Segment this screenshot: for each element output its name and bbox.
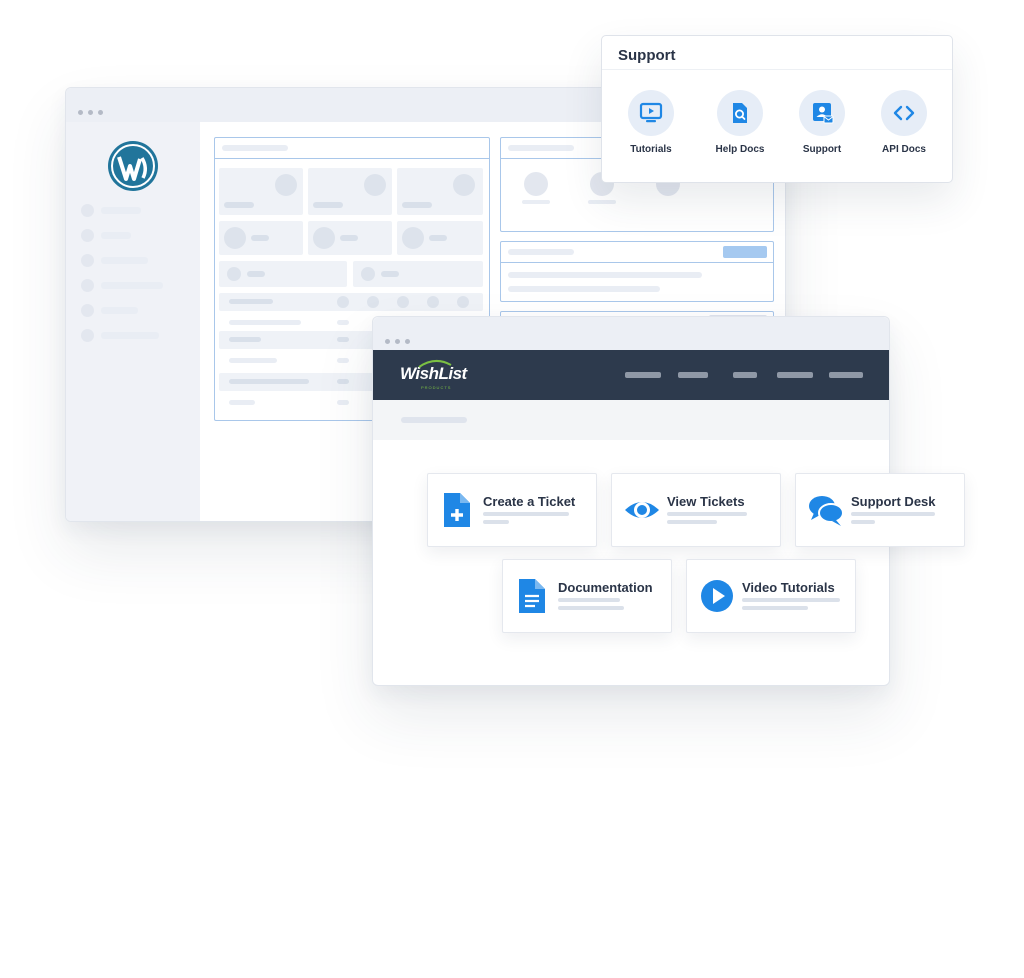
support-item-label: Support bbox=[802, 144, 842, 155]
nav-link[interactable] bbox=[777, 372, 813, 378]
card-title: Create a Ticket bbox=[483, 494, 576, 509]
chat-bubbles-icon bbox=[809, 496, 844, 526]
logo-arc-icon bbox=[418, 360, 452, 368]
contact-card-icon bbox=[813, 103, 834, 124]
support-panel-header: Support bbox=[602, 36, 952, 70]
card-title: Documentation bbox=[558, 580, 653, 595]
support-item-tutorials[interactable]: Tutorials bbox=[611, 90, 691, 155]
card-title: View Tickets bbox=[667, 494, 745, 509]
document-icon bbox=[519, 579, 545, 613]
support-desk-card[interactable]: Support Desk bbox=[795, 473, 965, 547]
create-ticket-card[interactable]: Create a Ticket bbox=[427, 473, 597, 547]
documentation-card[interactable]: Documentation bbox=[502, 559, 672, 633]
window-dots bbox=[78, 102, 108, 120]
play-circle-icon bbox=[701, 580, 733, 612]
wishlist-window: WishList PRODUCTS Create a Ticket View T… bbox=[372, 316, 965, 686]
nav-link[interactable] bbox=[678, 372, 708, 378]
wishlist-logo-sub: PRODUCTS bbox=[421, 385, 452, 390]
support-item-label: Tutorials bbox=[630, 144, 672, 155]
support-item-help-docs[interactable]: Help Docs bbox=[700, 90, 780, 155]
wordpress-logo-icon bbox=[108, 141, 158, 191]
support-item-label: API Docs bbox=[882, 144, 926, 155]
support-panel: Support Tutorials Help Docs Support API … bbox=[601, 35, 953, 183]
code-brackets-icon bbox=[893, 105, 915, 121]
card-title: Support Desk bbox=[851, 494, 936, 509]
wishlist-navbar: WishList PRODUCTS bbox=[373, 350, 889, 400]
play-screen-icon bbox=[639, 102, 663, 123]
eye-icon bbox=[625, 502, 659, 518]
support-item-support[interactable]: Support bbox=[782, 90, 862, 155]
support-panel-title: Support bbox=[618, 47, 676, 64]
card-title: Video Tutorials bbox=[742, 580, 835, 595]
wp-sidebar bbox=[66, 122, 200, 521]
nav-link[interactable] bbox=[733, 372, 757, 378]
window-dots bbox=[385, 331, 415, 349]
nav-link[interactable] bbox=[829, 372, 863, 378]
wishlist-subbar bbox=[373, 400, 889, 440]
new-document-icon bbox=[444, 493, 470, 527]
support-item-api-docs[interactable]: API Docs bbox=[864, 90, 944, 155]
doc-search-icon bbox=[733, 103, 747, 123]
nav-link[interactable] bbox=[625, 372, 661, 378]
video-tutorials-card[interactable]: Video Tutorials bbox=[686, 559, 856, 633]
view-tickets-card[interactable]: View Tickets bbox=[611, 473, 781, 547]
support-item-label: Help Docs bbox=[715, 144, 765, 155]
wp-widget-panel-2 bbox=[500, 241, 774, 302]
wishlist-titlebar bbox=[373, 317, 889, 350]
